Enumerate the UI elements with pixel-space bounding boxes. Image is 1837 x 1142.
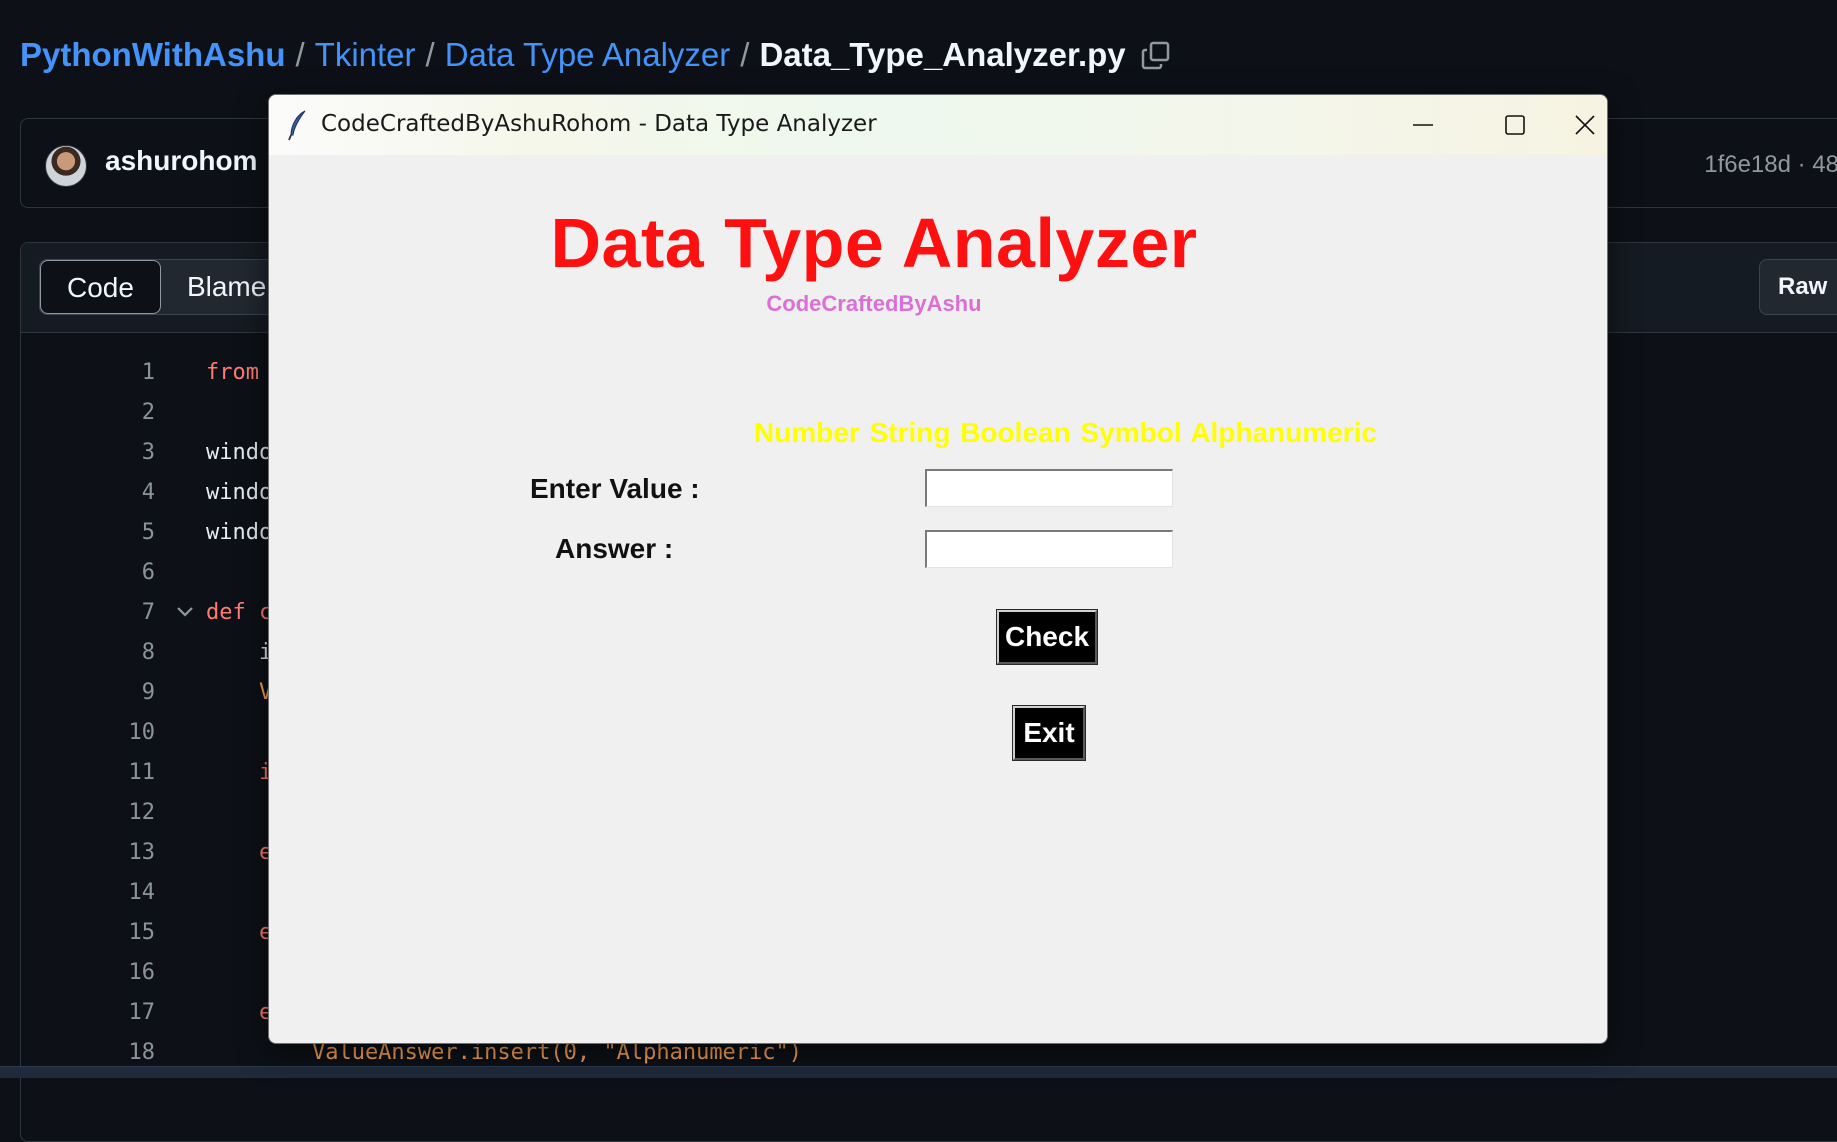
breadcrumb-separator: / <box>426 34 435 76</box>
os-taskbar <box>0 1066 1837 1078</box>
line-number[interactable]: 16 <box>81 953 155 993</box>
maximize-icon <box>1504 114 1526 136</box>
feather-icon <box>287 109 309 141</box>
line-number[interactable]: 1 <box>81 353 155 393</box>
code-text: e <box>206 913 272 953</box>
line-number[interactable]: 14 <box>81 873 155 913</box>
tk-app-window: CodeCraftedByAshuRohom - Data Type Analy… <box>268 94 1608 1044</box>
line-number[interactable]: 17 <box>81 993 155 1033</box>
breadcrumb-subfolder-link[interactable]: Data Type Analyzer <box>445 34 731 76</box>
breadcrumb-file-name: Data_Type_Analyzer.py <box>759 34 1125 76</box>
line-number[interactable]: 8 <box>81 633 155 673</box>
check-button[interactable]: Check <box>997 610 1097 664</box>
line-number[interactable]: 7 <box>81 593 155 633</box>
window-titlebar[interactable]: CodeCraftedByAshuRohom - Data Type Analy… <box>269 95 1607 155</box>
commit-author[interactable]: ashurohom <box>105 145 257 177</box>
enter-value-input[interactable] <box>925 469 1173 507</box>
line-number[interactable]: 11 <box>81 753 155 793</box>
code-text: e <box>206 993 272 1033</box>
app-subheading: CodeCraftedByAshu <box>269 291 1479 317</box>
breadcrumb-repo-link[interactable]: PythonWithAshu <box>20 34 286 76</box>
copy-icon[interactable] <box>1140 39 1172 71</box>
code-text: e <box>206 833 272 873</box>
code-text: windo <box>206 433 272 473</box>
line-number[interactable]: 5 <box>81 513 155 553</box>
breadcrumb-folder-link[interactable]: Tkinter <box>315 34 416 76</box>
code-text: def c <box>206 593 272 633</box>
answer-label: Answer : <box>555 533 673 565</box>
code-text: i <box>206 753 272 793</box>
data-types-hint: Number String Boolean Symbol Alphanumeri… <box>754 417 1377 449</box>
raw-button[interactable]: Raw <box>1759 259 1837 315</box>
line-number[interactable]: 2 <box>81 393 155 433</box>
avatar[interactable] <box>45 145 87 187</box>
close-button[interactable] <box>1561 95 1608 155</box>
window-title: CodeCraftedByAshuRohom - Data Type Analy… <box>321 111 877 137</box>
exit-button[interactable]: Exit <box>1013 706 1085 760</box>
answer-field[interactable] <box>925 530 1173 568</box>
close-icon <box>1574 114 1596 136</box>
line-number[interactable]: 12 <box>81 793 155 833</box>
commit-hash-time[interactable]: 1f6e18d · 48 <box>1704 151 1837 179</box>
line-number[interactable]: 9 <box>81 673 155 713</box>
breadcrumb-separator: / <box>740 34 749 76</box>
tab-code[interactable]: Code <box>40 260 161 314</box>
chevron-down-icon[interactable] <box>176 603 194 621</box>
line-number[interactable]: 10 <box>81 713 155 753</box>
line-number[interactable]: 6 <box>81 553 155 593</box>
minimize-button[interactable] <box>1377 95 1469 155</box>
line-number[interactable]: 13 <box>81 833 155 873</box>
code-text: i <box>206 633 272 673</box>
code-text: from <box>206 353 259 393</box>
app-heading: Data Type Analyzer <box>269 203 1479 283</box>
enter-value-label: Enter Value : <box>530 473 700 505</box>
line-number[interactable]: 3 <box>81 433 155 473</box>
code-text: windo <box>206 513 272 553</box>
breadcrumb: PythonWithAshu / Tkinter / Data Type Ana… <box>20 34 1172 76</box>
code-text: V <box>206 673 272 713</box>
view-toggle: Code Blame <box>39 259 293 315</box>
maximize-button[interactable] <box>1469 95 1561 155</box>
breadcrumb-separator: / <box>296 34 305 76</box>
line-number[interactable]: 4 <box>81 473 155 513</box>
minimize-icon <box>1412 114 1434 136</box>
code-text: windo <box>206 473 272 513</box>
line-number[interactable]: 15 <box>81 913 155 953</box>
